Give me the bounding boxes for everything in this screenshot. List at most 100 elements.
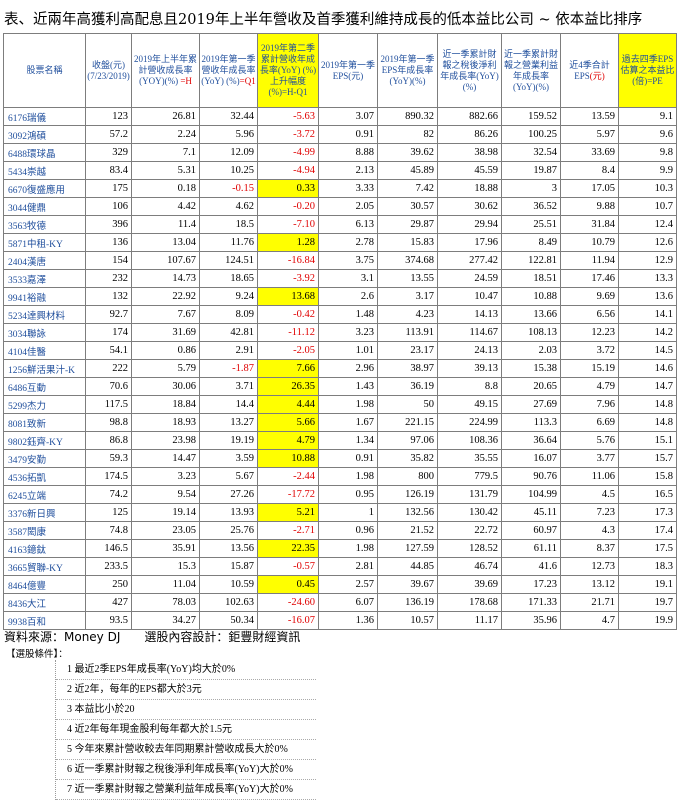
table-cell: 38.97: [377, 359, 438, 378]
table-cell: 7.66: [257, 359, 319, 378]
table-cell: 3.23: [131, 467, 200, 486]
stock-name-cell: 1256鮮活果汁-K: [3, 359, 86, 378]
table-cell: 14.8: [618, 413, 677, 432]
condition-item: 7 近一季累計財報之營業利益年成長率(YoY)大於0%: [56, 780, 316, 800]
table-cell: 2.13: [318, 161, 378, 180]
table-cell: 36.64: [501, 431, 561, 450]
table-cell: 1.28: [257, 233, 319, 252]
table-row: 6486互動 70.6 30.06 3.71 26.35 1.43 36.19 8.8 20.6…: [3, 377, 677, 396]
table-cell: 9.69: [560, 287, 619, 306]
table-cell: 108.13: [501, 323, 561, 342]
table-cell: 45.89: [377, 161, 438, 180]
stock-name-cell: 9941裕融: [3, 287, 86, 306]
table-row: 3665貿聯-KY 233.5 15.3 15.87 -0.57 2.81 44.85 46.…: [3, 557, 677, 576]
table-cell: -4.99: [257, 143, 319, 162]
table-row: 3092鴻碩 57.2 2.24 5.96 -3.72 0.91 82 86.26 100.25…: [3, 125, 677, 144]
table-cell: 0.18: [131, 179, 200, 198]
table-cell: 779.5: [437, 467, 502, 486]
stock-name-cell: 3092鴻碩: [3, 125, 86, 144]
condition-item: 3 本益比小於20: [56, 700, 316, 720]
table-cell: -16.84: [257, 251, 319, 270]
table-cell: 10.47: [437, 287, 502, 306]
table-cell: 3.72: [560, 341, 619, 360]
table-cell: 0.33: [257, 179, 319, 198]
table-cell: 31.84: [560, 215, 619, 234]
table-cell: 427: [85, 593, 132, 612]
table-cell: 35.82: [377, 449, 438, 468]
table-cell: 104.99: [501, 485, 561, 504]
table-cell: 70.6: [85, 377, 132, 396]
table-cell: 224.99: [437, 413, 502, 432]
table-cell: 14.4: [199, 395, 258, 414]
table-row: 6488環球晶 329 7.1 12.09 -4.99 8.88 39.62 38.98 32.…: [3, 143, 677, 162]
column-header: 近4季合計EPS(元): [560, 33, 619, 108]
table-cell: 13.68: [257, 287, 319, 306]
condition-item: 6 近一季累計財報之稅後淨利年成長率(YoY)大於0%: [56, 760, 316, 780]
table-cell: 1: [318, 503, 378, 522]
stock-name-cell: 5434崇越: [3, 161, 86, 180]
table-cell: 2.96: [318, 359, 378, 378]
stock-name-cell: 4536拓凱: [3, 467, 86, 486]
table-cell: 11.4: [131, 215, 200, 234]
conditions-list: 1 最近2季EPS年成長率(YoY)均大於0% 2 近2年，每年的EPS都大於3元…: [55, 660, 316, 800]
table-row: 9802鈺齊-KY 86.8 23.98 19.19 4.79 1.34 97.06 108.…: [3, 431, 677, 450]
table-cell: 10.3: [618, 179, 677, 198]
table-cell: 35.96: [501, 611, 561, 630]
table-cell: 250: [85, 575, 132, 594]
table-cell: 13.04: [131, 233, 200, 252]
table-cell: 21.52: [377, 521, 438, 540]
table-cell: 22.35: [257, 539, 319, 558]
table-cell: -3.92: [257, 269, 319, 288]
table-cell: 34.27: [131, 611, 200, 630]
table-cell: 132.56: [377, 503, 438, 522]
table-cell: 222: [85, 359, 132, 378]
table-cell: 17.96: [437, 233, 502, 252]
table-row: 5234達興材料 92.7 7.67 8.09 -0.42 1.48 4.23 14.13 13…: [3, 305, 677, 324]
table-cell: 24.13: [437, 341, 502, 360]
table-cell: 5.67: [199, 467, 258, 486]
table-cell: 15.3: [131, 557, 200, 576]
table-cell: 74.8: [85, 521, 132, 540]
table-cell: 122.81: [501, 251, 561, 270]
table-cell: 1.34: [318, 431, 378, 450]
table-cell: 2.6: [318, 287, 378, 306]
stock-name-cell: 3376新日興: [3, 503, 86, 522]
table-cell: 100.25: [501, 125, 561, 144]
table-cell: 18.84: [131, 395, 200, 414]
table-cell: 13.12: [560, 575, 619, 594]
table-cell: 12.09: [199, 143, 258, 162]
stock-name-cell: 6245立端: [3, 485, 86, 504]
conditions-label: 【選股條件】：: [6, 649, 68, 660]
table-cell: 2.81: [318, 557, 378, 576]
table-row: 3587閎康 74.8 23.05 25.76 -2.71 0.96 21.52 22.72 6…: [3, 521, 677, 540]
table-cell: 14.47: [131, 449, 200, 468]
table-cell: 54.1: [85, 341, 132, 360]
table-cell: 9.8: [618, 143, 677, 162]
stock-name-cell: 3533嘉澤: [3, 269, 86, 288]
table-cell: 18.3: [618, 557, 677, 576]
table-cell: 97.06: [377, 431, 438, 450]
table-cell: 7.96: [560, 395, 619, 414]
table-cell: 9.1: [618, 107, 677, 126]
table-cell: 18.51: [501, 269, 561, 288]
table-cell: 3.75: [318, 251, 378, 270]
table-cell: 18.65: [199, 269, 258, 288]
stock-name-cell: 5234達興材料: [3, 305, 86, 324]
table-cell: 277.42: [437, 251, 502, 270]
condition-item: 1 最近2季EPS年成長率(YoY)均大於0%: [56, 660, 316, 680]
table-row: 5434崇越 83.4 5.31 10.25 -4.94 2.13 45.89 45.59 19…: [3, 161, 677, 180]
table-cell: 5.96: [199, 125, 258, 144]
stock-name-cell: 3034聯詠: [3, 323, 86, 342]
table-cell: 14.8: [618, 395, 677, 414]
table-cell: 1.98: [318, 395, 378, 414]
table-cell: -2.71: [257, 521, 319, 540]
table-cell: 13.55: [377, 269, 438, 288]
column-header: 2019年第一季EPS(元): [318, 33, 378, 108]
table-row: 6245立端 74.2 9.54 27.26 -17.72 0.95 126.19 131.7…: [3, 485, 677, 504]
stock-name-cell: 3479安勤: [3, 449, 86, 468]
table-cell: 15.87: [199, 557, 258, 576]
table-cell: 0.86: [131, 341, 200, 360]
table-cell: 15.8: [618, 467, 677, 486]
table-cell: 12.23: [560, 323, 619, 342]
stock-name-cell: 4104佳醫: [3, 341, 86, 360]
